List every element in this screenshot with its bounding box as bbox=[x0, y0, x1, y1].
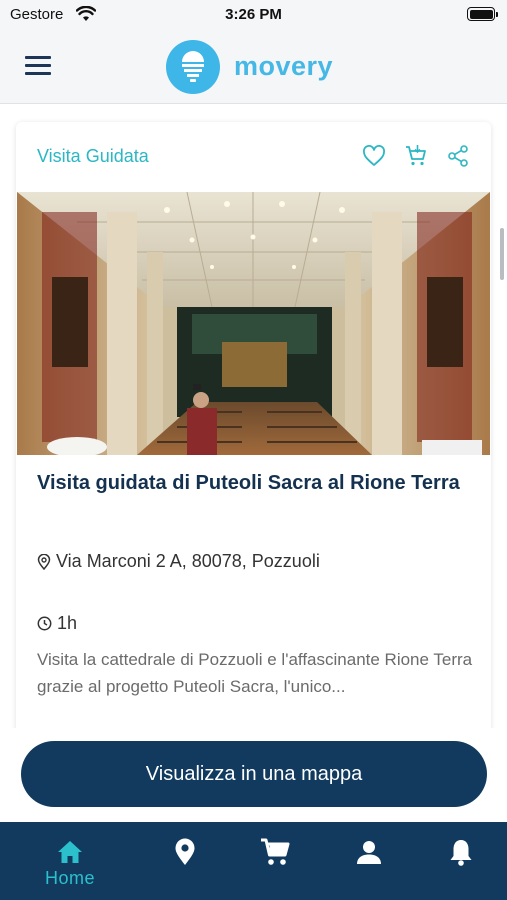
tab-profile[interactable] bbox=[344, 822, 394, 900]
tab-home-label: Home bbox=[44, 868, 95, 888]
view-on-map-button[interactable]: Visualizza in una mappa bbox=[21, 741, 487, 807]
address-row: Via Marconi 2 A, 80078, Pozzuoli bbox=[37, 551, 320, 572]
duration-row: 1h bbox=[37, 613, 77, 634]
content-area[interactable]: Visita Guidata Visita guidata di Puteoli… bbox=[0, 104, 507, 728]
card-actions bbox=[361, 144, 471, 168]
address-text: Via Marconi 2 A, 80078, Pozzuoli bbox=[56, 551, 320, 571]
tab-notifications[interactable] bbox=[436, 822, 486, 900]
battery-icon bbox=[467, 7, 498, 21]
cart-icon bbox=[260, 838, 290, 866]
logo-text: movery bbox=[234, 51, 334, 81]
experience-card[interactable]: Visita Guidata Visita guidata di Puteoli… bbox=[16, 122, 491, 728]
lightbulb-icon bbox=[166, 40, 220, 94]
app-logo[interactable]: movery bbox=[166, 38, 346, 94]
add-to-cart-icon[interactable] bbox=[403, 144, 429, 168]
tab-home[interactable]: Home bbox=[30, 822, 110, 900]
duration-text: 1h bbox=[57, 613, 78, 633]
user-icon bbox=[356, 838, 382, 866]
app-header: movery bbox=[0, 30, 507, 104]
cathedral-interior-photo[interactable] bbox=[17, 192, 490, 455]
location-pin-icon bbox=[37, 553, 51, 570]
battery-level bbox=[469, 9, 493, 19]
location-pin-icon bbox=[174, 838, 196, 866]
experience-description: Visita la cattedrale di Pozzuoli e l'aff… bbox=[37, 650, 473, 696]
experience-title[interactable]: Visita guidata di Puteoli Sacra al Rione… bbox=[37, 472, 477, 494]
tab-map[interactable] bbox=[160, 822, 210, 900]
clock-icon bbox=[37, 616, 52, 631]
hamburger-menu-icon[interactable] bbox=[25, 56, 51, 76]
tab-bar: Home bbox=[0, 822, 507, 900]
home-icon bbox=[56, 838, 84, 866]
heart-icon[interactable] bbox=[361, 144, 387, 168]
scrollbar[interactable] bbox=[500, 228, 504, 280]
status-bar: Gestore 3:26 PM bbox=[0, 0, 507, 30]
tab-cart[interactable] bbox=[250, 822, 300, 900]
status-time: 3:26 PM bbox=[225, 6, 282, 23]
map-button-container: Visualizza in una mappa bbox=[0, 728, 507, 822]
card-category: Visita Guidata bbox=[37, 146, 149, 166]
bell-icon bbox=[449, 838, 473, 866]
share-icon[interactable] bbox=[445, 144, 471, 168]
